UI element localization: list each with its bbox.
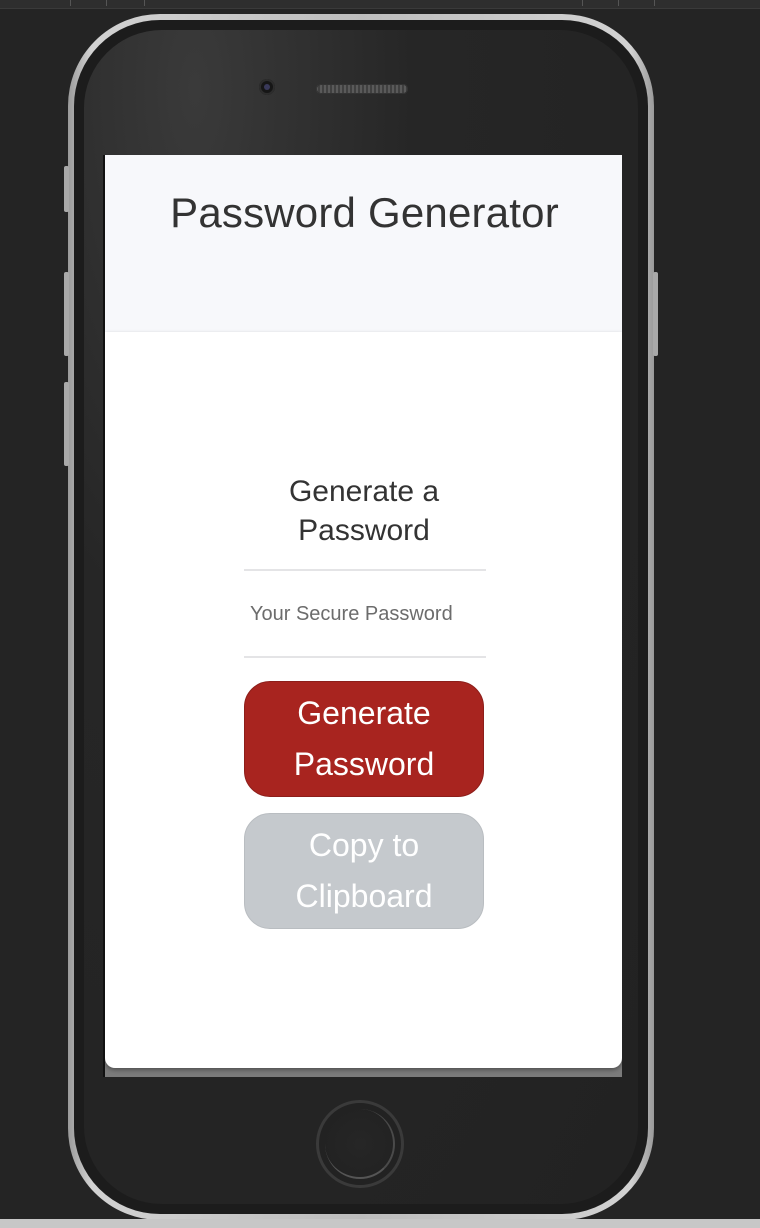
page-title: Password Generator: [170, 189, 559, 236]
password-output-field[interactable]: [244, 572, 486, 656]
mute-switch: [64, 166, 69, 212]
earpiece-speaker-icon: [316, 84, 408, 94]
strip-tick: [654, 0, 655, 6]
app-header: Password Generator: [105, 155, 622, 332]
strip-tick: [582, 0, 583, 6]
power-button: [653, 272, 658, 356]
card-heading: Generate a Password: [288, 475, 440, 547]
strip-tick: [144, 0, 145, 6]
window-top-strip: [0, 0, 760, 9]
strip-tick: [70, 0, 71, 6]
strip-tick: [618, 0, 619, 6]
generate-password-button[interactable]: Generate Password: [244, 681, 484, 797]
front-camera-icon: [259, 79, 275, 95]
phone-screen: Password Generator Generate a Password G…: [103, 155, 622, 1077]
copy-button-label: Copy to Clipboard: [295, 827, 433, 914]
copy-to-clipboard-button[interactable]: Copy to Clipboard: [244, 813, 484, 929]
volume-up-button: [64, 272, 69, 356]
strip-tick: [106, 0, 107, 6]
volume-down-button: [64, 382, 69, 466]
divider-top: [244, 569, 486, 571]
window-bottom-strip: [0, 1219, 760, 1228]
divider-bottom: [244, 656, 486, 658]
home-button-icon[interactable]: [316, 1100, 404, 1188]
password-card: Generate a Password Generate Password Co…: [105, 332, 622, 1068]
generate-button-label: Generate Password: [293, 695, 435, 782]
